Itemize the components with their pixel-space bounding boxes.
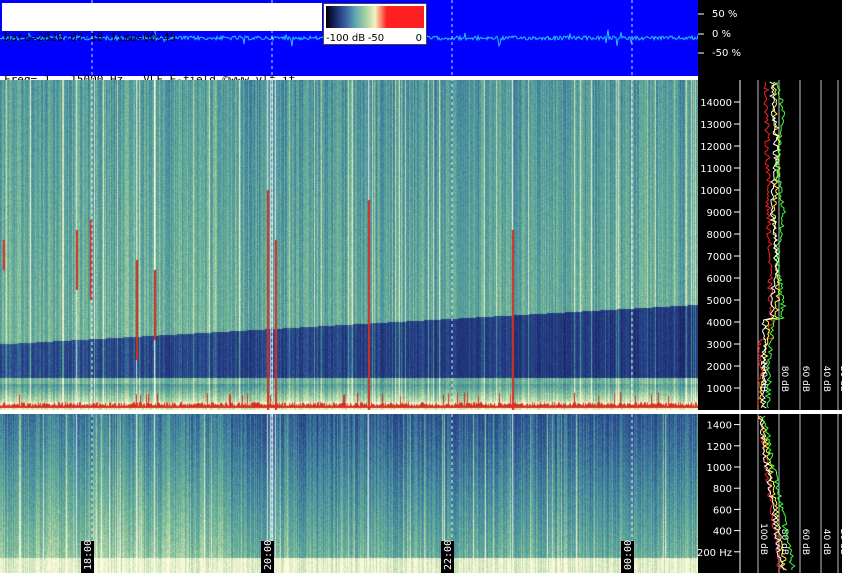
freq-tick-label: 800: [713, 484, 732, 495]
db-label: 40 dB: [821, 529, 831, 555]
db-label: 60 dB: [800, 366, 810, 392]
db-label: 40 dB: [821, 366, 831, 392]
freq-tick-label: 11000: [700, 164, 732, 175]
freq-tick-label: 5000: [707, 296, 732, 307]
freq-tick-label: 6000: [707, 274, 732, 285]
freq-tick-label: 1200: [707, 442, 732, 453]
freq-tick-label: 4000: [707, 318, 732, 329]
db-label: 20 dB: [838, 366, 842, 392]
freq-tick-label: 1000: [707, 384, 732, 395]
vlf-spectrogram-page: Date=2026-07-18 Time=00:45 Freq= 1...150…: [0, 0, 842, 573]
freq-tick-label: 10000: [700, 186, 732, 197]
freq-tick-label: 400: [713, 527, 732, 538]
freq-tick-label: 600: [713, 505, 732, 516]
freq-tick-label: 12000: [700, 142, 732, 153]
pct-label: -50 %: [712, 48, 741, 59]
time-marker-label: 20:00: [263, 540, 274, 570]
freq-tick-label: 2000: [707, 362, 732, 373]
freq-tick-label: 13000: [700, 120, 732, 131]
db-label: 100 dB: [758, 523, 768, 555]
db-label: 80 dB: [779, 366, 789, 392]
time-marker-label: 18:00: [83, 540, 94, 570]
time-marker-label: 22:00: [443, 540, 454, 570]
right-sep: [698, 76, 842, 80]
freq-tick-label: 14000: [700, 98, 732, 109]
freq-tick-label: 7000: [707, 252, 732, 263]
time-marker-label: 00:00: [623, 540, 634, 570]
freq-tick-label: 3000: [707, 340, 732, 351]
right-sep: [698, 410, 842, 414]
pct-label: 50 %: [712, 9, 737, 20]
freq-tick-label: 200 Hz: [698, 548, 732, 559]
spectrogram-overlay: 18:00 20:00 22:00 00:00: [81, 0, 634, 573]
freq-tick-label: 8000: [707, 230, 732, 241]
freq-tick-label: 1000: [707, 463, 732, 474]
right-panel: 50 % 0 % -50 % 1000 2000 3000 4000 5000 6000 7000…: [697, 0, 842, 573]
pct-label: 0 %: [712, 29, 731, 40]
freq-tick-label: 1400: [707, 421, 732, 432]
db-label: 60 dB: [800, 529, 810, 555]
freq-tick-label: 9000: [707, 208, 732, 219]
db-label: 20 dB: [838, 529, 842, 555]
spectrum-profiles: 50 % 0 % -50 % 1000 2000 3000 4000 5000 6000 7000…: [697, 9, 842, 573]
